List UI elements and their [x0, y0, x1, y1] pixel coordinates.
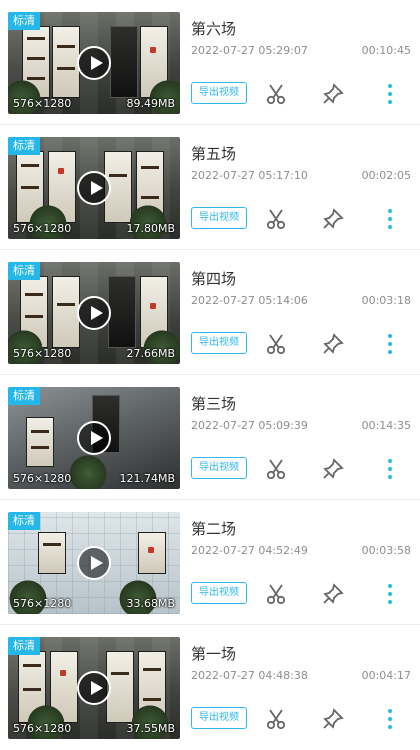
- pushpin-icon[interactable]: [321, 707, 345, 731]
- resolution-label: 576×1280: [13, 722, 72, 735]
- file-size-label: 121.74MB: [119, 472, 175, 485]
- resolution-label: 576×1280: [13, 222, 72, 235]
- video-date: 2022-07-27 05:17:10: [191, 169, 308, 182]
- video-thumbnail[interactable]: 标清 576×1280 27.66MB: [8, 262, 180, 364]
- quality-badge: 标清: [8, 387, 40, 405]
- video-date: 2022-07-27 05:09:39: [191, 419, 308, 432]
- resolution-label: 576×1280: [13, 472, 72, 485]
- file-size-label: 37.55MB: [126, 722, 175, 735]
- more-vertical-icon[interactable]: [378, 207, 402, 231]
- video-duration: 00:03:58: [361, 544, 411, 557]
- scissors-icon[interactable]: [264, 707, 288, 731]
- video-list: 标清 576×1280 89.49MB 第六场 2022-07-27 05:29…: [0, 0, 420, 747]
- video-title: 第二场: [191, 520, 237, 538]
- video-date: 2022-07-27 04:52:49: [191, 544, 308, 557]
- pushpin-icon[interactable]: [321, 457, 345, 481]
- file-size-label: 89.49MB: [126, 97, 175, 110]
- resolution-label: 576×1280: [13, 597, 72, 610]
- play-icon[interactable]: [77, 46, 111, 80]
- export-video-button[interactable]: 导出视频: [191, 582, 247, 604]
- video-title: 第三场: [191, 395, 237, 413]
- file-size-label: 33.68MB: [126, 597, 175, 610]
- more-vertical-icon[interactable]: [378, 582, 402, 606]
- export-video-button[interactable]: 导出视频: [191, 332, 247, 354]
- play-icon[interactable]: [77, 546, 111, 580]
- play-icon[interactable]: [77, 671, 111, 705]
- pushpin-icon[interactable]: [321, 207, 345, 231]
- more-vertical-icon[interactable]: [378, 82, 402, 106]
- pushpin-icon[interactable]: [321, 582, 345, 606]
- video-title: 第五场: [191, 145, 237, 163]
- file-size-label: 17.80MB: [126, 222, 175, 235]
- video-date: 2022-07-27 05:14:06: [191, 294, 308, 307]
- more-vertical-icon[interactable]: [378, 457, 402, 481]
- scissors-icon[interactable]: [264, 332, 288, 356]
- more-vertical-icon[interactable]: [378, 332, 402, 356]
- video-thumbnail[interactable]: 标清 576×1280 121.74MB: [8, 387, 180, 489]
- video-duration: 00:02:05: [361, 169, 411, 182]
- export-video-button[interactable]: 导出视频: [191, 82, 247, 104]
- scissors-icon[interactable]: [264, 457, 288, 481]
- file-size-label: 27.66MB: [126, 347, 175, 360]
- play-icon[interactable]: [77, 296, 111, 330]
- play-icon[interactable]: [77, 171, 111, 205]
- scissors-icon[interactable]: [264, 207, 288, 231]
- video-thumbnail[interactable]: 标清 576×1280 37.55MB: [8, 637, 180, 739]
- export-video-button[interactable]: 导出视频: [191, 707, 247, 729]
- video-row[interactable]: 标清 576×1280 121.74MB 第三场 2022-07-27 05:0…: [0, 375, 420, 500]
- video-duration: 00:03:18: [361, 294, 411, 307]
- video-row[interactable]: 标清 576×1280 37.55MB 第一场 2022-07-27 04:48…: [0, 625, 420, 750]
- play-icon[interactable]: [77, 421, 111, 455]
- video-row[interactable]: 标清 576×1280 33.68MB 第二场 2022-07-27 04:52…: [0, 500, 420, 625]
- more-vertical-icon[interactable]: [378, 707, 402, 731]
- quality-badge: 标清: [8, 262, 40, 280]
- video-duration: 00:04:17: [361, 669, 411, 682]
- resolution-label: 576×1280: [13, 97, 72, 110]
- quality-badge: 标清: [8, 512, 40, 530]
- quality-badge: 标清: [8, 12, 40, 30]
- resolution-label: 576×1280: [13, 347, 72, 360]
- video-thumbnail[interactable]: 标清 576×1280 33.68MB: [8, 512, 180, 614]
- video-duration: 00:10:45: [361, 44, 411, 57]
- video-row[interactable]: 标清 576×1280 89.49MB 第六场 2022-07-27 05:29…: [0, 0, 420, 125]
- video-row[interactable]: 标清 576×1280 17.80MB 第五场 2022-07-27 05:17…: [0, 125, 420, 250]
- video-duration: 00:14:35: [361, 419, 411, 432]
- video-title: 第六场: [191, 20, 237, 38]
- video-row[interactable]: 标清 576×1280 27.66MB 第四场 2022-07-27 05:14…: [0, 250, 420, 375]
- pushpin-icon[interactable]: [321, 82, 345, 106]
- scissors-icon[interactable]: [264, 582, 288, 606]
- video-title: 第四场: [191, 270, 237, 288]
- video-thumbnail[interactable]: 标清 576×1280 17.80MB: [8, 137, 180, 239]
- pushpin-icon[interactable]: [321, 332, 345, 356]
- quality-badge: 标清: [8, 137, 40, 155]
- video-title: 第一场: [191, 645, 237, 663]
- scissors-icon[interactable]: [264, 82, 288, 106]
- video-date: 2022-07-27 05:29:07: [191, 44, 308, 57]
- quality-badge: 标清: [8, 637, 40, 655]
- video-date: 2022-07-27 04:48:38: [191, 669, 308, 682]
- export-video-button[interactable]: 导出视频: [191, 457, 247, 479]
- video-thumbnail[interactable]: 标清 576×1280 89.49MB: [8, 12, 180, 114]
- export-video-button[interactable]: 导出视频: [191, 207, 247, 229]
